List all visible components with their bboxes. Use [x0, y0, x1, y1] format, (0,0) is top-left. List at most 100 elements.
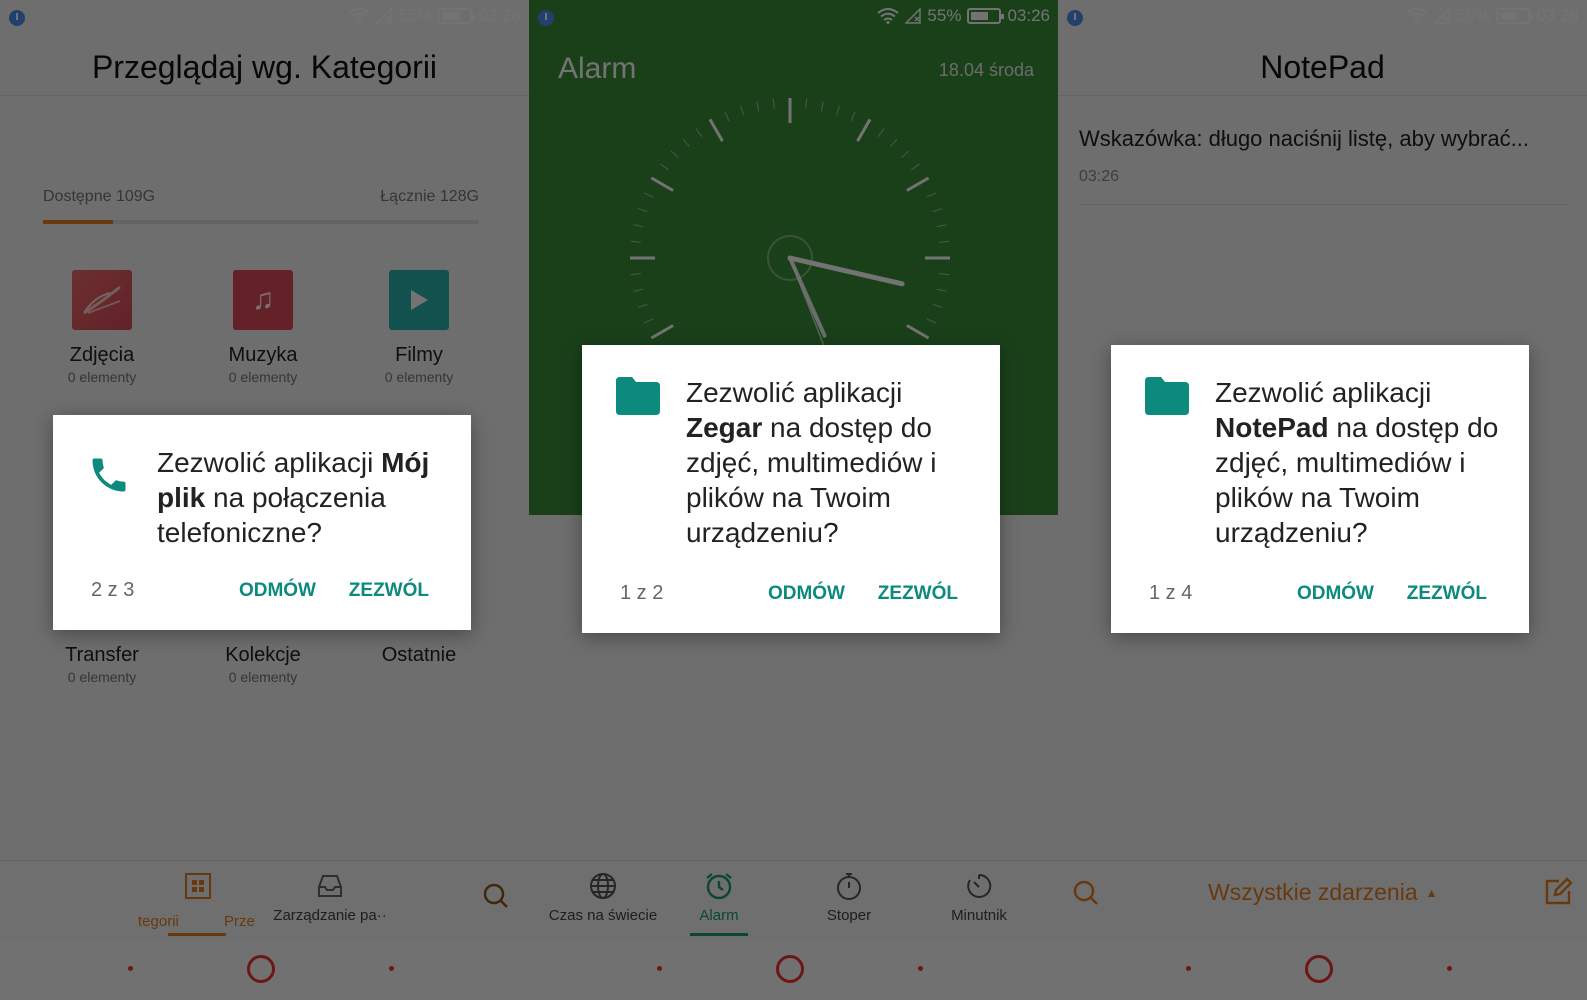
allow-button[interactable]: ZEZWÓL	[349, 580, 429, 602]
dialog-app-name: NotePad	[1215, 412, 1329, 443]
permission-dialog: Zezwolić aplikacji Zegar na dostęp do zd…	[582, 345, 1000, 633]
category-name: Kolekcje	[225, 644, 301, 666]
tab-label: Alarm	[699, 907, 739, 924]
allow-button[interactable]: ZEZWÓL	[878, 583, 958, 605]
category-transfer[interactable]: Transfer 0 elementy	[42, 630, 162, 685]
folder-icon	[1145, 377, 1189, 421]
nav-home-button[interactable]	[1305, 955, 1333, 983]
tab-stopwatch[interactable]: Stoper	[809, 871, 889, 924]
download-notification-icon	[9, 10, 25, 26]
battery-percent: 55%	[398, 6, 433, 25]
storage-total: Łącznie 128G	[380, 188, 479, 205]
category-music[interactable]: ♫ Muzyka 0 elementy	[203, 270, 323, 385]
nav-menu-button[interactable]	[657, 966, 662, 971]
photos-icon	[72, 270, 132, 330]
tab-label: Czas na świecie	[548, 907, 658, 924]
system-nav-bar	[0, 940, 529, 1000]
screen-clock-app: Alarm 18.04 środa 55% 03:26 Czas na świe…	[529, 0, 1058, 1000]
nav-back-button[interactable]	[389, 966, 394, 971]
tab-storage-management[interactable]: Zarządzanie pa··	[265, 871, 395, 924]
category-name: Filmy	[395, 344, 443, 366]
tab-world-clock[interactable]: Czas na świecie	[533, 871, 673, 924]
note-text: Wskazówka: długo naciśnij listę, aby wyb…	[1079, 126, 1529, 151]
nav-menu-button[interactable]	[1186, 966, 1191, 971]
category-count: 0 elementy	[384, 369, 454, 385]
dialog-message: Zezwolić aplikacji Mój plik na połączeni…	[157, 445, 457, 550]
clock-time: 03:26	[1536, 6, 1579, 25]
system-nav-bar	[1058, 940, 1587, 1000]
dialog-counter: 1 z 4	[1149, 582, 1193, 604]
nav-home-button[interactable]	[247, 955, 275, 983]
category-count: 0 elementy	[67, 369, 137, 385]
category-name: Muzyka	[228, 344, 298, 366]
category-count: 0 elementy	[67, 669, 137, 685]
nav-back-button[interactable]	[1447, 966, 1452, 971]
note-time: 03:26	[1079, 168, 1120, 185]
tab-label: Zarządzanie pa··	[273, 907, 387, 924]
globe-icon	[588, 871, 618, 901]
page-title: Alarm	[558, 52, 637, 85]
bottom-bar: Wszystkie zdarzenia ▲	[1058, 860, 1587, 940]
search-icon[interactable]	[1072, 879, 1100, 907]
tab-label: Stoper	[826, 907, 872, 924]
tab-label: tegorii	[138, 913, 179, 930]
deny-button[interactable]: ODMÓW	[239, 580, 316, 602]
tray-icon	[315, 871, 345, 901]
wifi-icon	[348, 8, 371, 24]
active-tab-indicator	[168, 933, 226, 936]
filter-label: Wszystkie zdarzenia	[1208, 879, 1418, 905]
dialog-app-name: Zegar	[686, 412, 763, 443]
battery-icon	[967, 8, 1005, 24]
category-collections[interactable]: Kolekcje 0 elementy	[203, 630, 323, 685]
category-photos[interactable]: Zdjęcia 0 elementy	[42, 270, 162, 385]
status-bar: 55% 03:26	[529, 0, 1058, 38]
caret-up-icon: ▲	[1425, 885, 1438, 900]
clock-time: 03:26	[1007, 6, 1050, 25]
category-recent[interactable]: Ostatnie	[359, 630, 479, 669]
deny-button[interactable]: ODMÓW	[1297, 583, 1374, 605]
signal-icon	[1434, 8, 1451, 24]
compose-icon[interactable]	[1543, 877, 1573, 907]
dialog-counter: 2 z 3	[91, 579, 135, 601]
search-icon[interactable]	[482, 882, 510, 910]
tab-categories[interactable]: tegorii Prze	[138, 871, 258, 936]
signal-icon	[905, 8, 922, 24]
active-tab-indicator	[690, 933, 748, 936]
category-count: 0 elementy	[228, 669, 298, 685]
deny-button[interactable]: ODMÓW	[768, 583, 845, 605]
tab-timer[interactable]: Minutnik	[939, 871, 1019, 924]
dialog-message-prefix: Zezwolić aplikacji	[157, 447, 382, 478]
allow-button[interactable]: ZEZWÓL	[1407, 583, 1487, 605]
grid-icon	[183, 871, 213, 901]
nav-home-button[interactable]	[776, 955, 804, 983]
category-movies[interactable]: Filmy 0 elementy	[359, 270, 479, 385]
category-name: Transfer	[65, 644, 139, 666]
storage-bar	[43, 220, 479, 224]
nav-menu-button[interactable]	[128, 966, 133, 971]
tab-alarm[interactable]: Alarm	[679, 871, 759, 936]
system-nav-bar	[529, 940, 1058, 1000]
nav-back-button[interactable]	[918, 966, 923, 971]
date-label: 18.04 środa	[938, 60, 1034, 80]
battery-percent: 55%	[927, 6, 962, 25]
filter-dropdown[interactable]: Wszystkie zdarzenia ▲	[1208, 879, 1438, 906]
phone-icon	[87, 453, 131, 497]
status-bar: 55% 03:26	[0, 0, 529, 38]
page-title: Przeglądaj wg. Kategorii	[0, 38, 529, 96]
dialog-counter: 1 z 2	[620, 582, 664, 604]
permission-dialog: Zezwolić aplikacji Mój plik na połączeni…	[53, 415, 471, 630]
screen-notepad: 55% 03:26 NotePad Wskazówka: długo naciś…	[1058, 0, 1587, 1000]
music-note-icon: ♫	[233, 270, 293, 330]
tab-label: Prze	[224, 913, 255, 930]
status-bar: 55% 03:26	[1058, 0, 1587, 38]
category-name: Zdjęcia	[69, 344, 135, 366]
clock-time: 03:26	[478, 6, 521, 25]
note-item[interactable]: Wskazówka: długo naciśnij listę, aby wyb…	[1079, 126, 1587, 205]
battery-percent: 55%	[1456, 6, 1491, 25]
alarm-clock-icon	[704, 871, 734, 901]
dialog-message: Zezwolić aplikacji Zegar na dostęp do zd…	[686, 375, 986, 550]
storage-available: Dostępne 109G	[43, 188, 156, 205]
dialog-message-prefix: Zezwolić aplikacji	[686, 377, 903, 408]
signal-icon	[376, 8, 393, 24]
screen-file-manager: 55% 03:26 Przeglądaj wg. Kategorii Dostę…	[0, 0, 529, 1000]
